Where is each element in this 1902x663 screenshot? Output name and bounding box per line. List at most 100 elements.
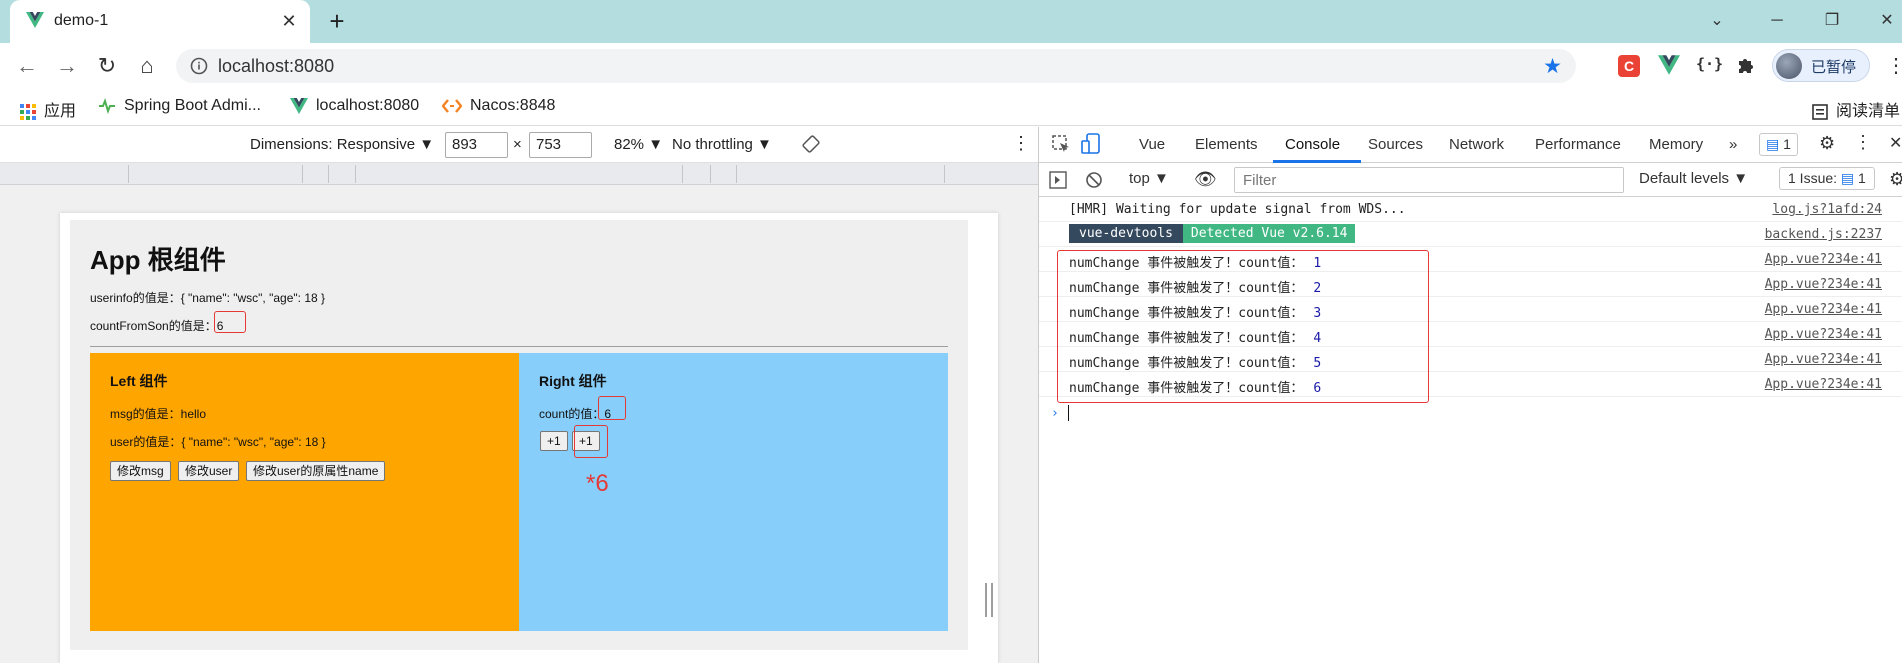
- bookmark-label: Nacos:8848: [470, 97, 556, 114]
- window-close-button[interactable]: ✕: [1872, 8, 1902, 34]
- extensions-puzzle-icon[interactable]: [1736, 55, 1758, 77]
- context-selector[interactable]: top ▼: [1129, 170, 1169, 187]
- console-settings-gear-icon[interactable]: ⚙: [1889, 169, 1902, 190]
- log-levels-dropdown[interactable]: Default levels ▼: [1639, 170, 1748, 187]
- userinfo-value: { "name": "wsc", "age": 18 }: [180, 291, 326, 305]
- devtools-more-icon[interactable]: ⋮: [1854, 132, 1872, 153]
- user-label: user的值是：: [110, 435, 182, 449]
- tab-memory[interactable]: Memory: [1649, 136, 1703, 153]
- dimensions-dropdown[interactable]: Dimensions: Responsive ▼: [250, 136, 434, 153]
- bookmark-apps[interactable]: 应用: [20, 97, 76, 121]
- bookmark-label: 阅读清单: [1836, 103, 1901, 120]
- console-source-link[interactable]: backend.js:2237: [1765, 227, 1882, 242]
- msg-label: msg的值是：: [110, 407, 181, 421]
- issues-button[interactable]: 1 Issue: ▤ 1: [1779, 167, 1875, 190]
- device-toolbar: Dimensions: Responsive ▼ 893 × 753 82% ▼…: [0, 127, 1038, 163]
- console-source-link[interactable]: App.vue?234e:41: [1765, 327, 1882, 342]
- tab-network[interactable]: Network: [1449, 136, 1504, 153]
- browser-menu-icon[interactable]: ⋮: [1886, 53, 1902, 78]
- throttling-dropdown[interactable]: No throttling ▼: [672, 136, 772, 153]
- close-devtools-icon[interactable]: ✕: [1889, 133, 1902, 153]
- rotate-icon[interactable]: [802, 135, 820, 153]
- viewport-width-input[interactable]: 893: [445, 132, 508, 158]
- forward-button[interactable]: →: [52, 51, 82, 81]
- maximize-button[interactable]: ❐: [1817, 8, 1847, 34]
- minimize-button[interactable]: ─: [1762, 8, 1792, 34]
- tab-sources[interactable]: Sources: [1368, 136, 1423, 153]
- bookmark-localhost[interactable]: localhost:8080: [290, 97, 419, 115]
- issues-counter-value: 1: [1783, 136, 1791, 152]
- tab-elements[interactable]: Elements: [1195, 136, 1258, 153]
- viewport-resize-handle[interactable]: [985, 583, 993, 617]
- right-component-title: Right 组件: [539, 373, 607, 389]
- home-button[interactable]: ⌂: [132, 51, 162, 81]
- zoom-dropdown[interactable]: 82% ▼: [614, 136, 663, 153]
- right-component: [519, 353, 948, 631]
- console-filter-input[interactable]: Filter: [1234, 167, 1624, 193]
- modify-user-name-button[interactable]: 修改user的原属性name: [246, 461, 386, 481]
- json-extension-icon[interactable]: {·}: [1696, 55, 1723, 77]
- console-source-link[interactable]: App.vue?234e:41: [1765, 302, 1882, 317]
- modify-msg-button[interactable]: 修改msg: [110, 461, 171, 481]
- count-from-son-line: countFromSon的值是：6: [90, 317, 223, 334]
- console-message-row: vue-devtools Detected Vue v2.6.14 backend…: [1039, 222, 1902, 247]
- modify-user-button[interactable]: 修改user: [178, 461, 240, 481]
- console-panel: [HMR] Waiting for update signal from WDS…: [1039, 197, 1902, 663]
- tab-title: demo-1: [54, 12, 109, 29]
- console-source-link[interactable]: App.vue?234e:41: [1765, 352, 1882, 367]
- console-source-link[interactable]: App.vue?234e:41: [1765, 377, 1882, 392]
- click-count-annotation: *6: [586, 470, 609, 497]
- bookmark-nacos[interactable]: Nacos:8848: [442, 97, 555, 115]
- browser-tab[interactable]: demo-1 ✕: [10, 0, 310, 43]
- tab-search-icon[interactable]: ⌄: [1702, 8, 1732, 34]
- device-more-icon[interactable]: ⋮: [1012, 133, 1030, 154]
- left-component: [90, 353, 519, 631]
- new-tab-button[interactable]: +: [324, 8, 350, 34]
- issues-count: 1: [1858, 170, 1866, 186]
- count-from-son-label: countFromSon的值是：: [90, 319, 217, 333]
- bookmark-label: Spring Boot Admi...: [124, 97, 261, 114]
- vue-logo-icon: [26, 12, 44, 28]
- more-tabs-icon[interactable]: »: [1729, 136, 1737, 153]
- sidebar-toggle-icon[interactable]: [1049, 171, 1067, 189]
- browser-toolbar: ← → ↻ ⌂ localhost:8080 ★ C {·} 已暂停 ⋮: [0, 43, 1902, 88]
- plus-one-button[interactable]: +1: [540, 431, 568, 451]
- close-tab-icon[interactable]: ✕: [278, 10, 300, 32]
- spring-boot-admin-icon: [98, 97, 116, 114]
- divider: [90, 346, 948, 347]
- settings-gear-icon[interactable]: ⚙: [1819, 133, 1835, 154]
- msg-value: hello: [180, 407, 207, 421]
- tab-console[interactable]: Console: [1285, 136, 1340, 153]
- console-source-link[interactable]: App.vue?234e:41: [1765, 277, 1882, 292]
- console-source-link[interactable]: log.js?1afd:24: [1772, 202, 1882, 217]
- console-input[interactable]: [1068, 405, 1069, 421]
- tab-vue[interactable]: Vue: [1139, 136, 1165, 153]
- console-filter-bar: top ▼ 👁 Filter Default levels ▼ 1 Issue:…: [1039, 163, 1902, 197]
- console-message-row: [HMR] Waiting for update signal from WDS…: [1039, 197, 1902, 222]
- inspect-element-icon[interactable]: [1051, 134, 1071, 154]
- bookmark-star-icon[interactable]: ★: [1543, 54, 1562, 79]
- profile-button[interactable]: 已暂停: [1772, 49, 1870, 82]
- live-expression-eye-icon[interactable]: 👁: [1194, 169, 1217, 190]
- tab-performance[interactable]: Performance: [1535, 136, 1621, 153]
- message-icon: ▤: [1840, 170, 1855, 186]
- viewport-height-input[interactable]: 753: [529, 132, 592, 158]
- vue-logo-icon: [290, 97, 308, 114]
- site-info-icon[interactable]: [190, 57, 208, 75]
- back-button[interactable]: ←: [12, 51, 42, 81]
- times-sign: ×: [513, 136, 522, 153]
- bookmark-spring-boot-admin[interactable]: Spring Boot Admi...: [98, 97, 261, 115]
- profile-status: 已暂停: [1811, 59, 1857, 76]
- vue-devtools-extension-icon[interactable]: [1658, 55, 1680, 77]
- issues-counter[interactable]: ▤ 1: [1759, 133, 1798, 156]
- address-bar[interactable]: localhost:8080 ★: [176, 49, 1576, 83]
- console-source-link[interactable]: App.vue?234e:41: [1765, 252, 1882, 267]
- vue-devtools-badge: vue-devtools Detected Vue v2.6.14: [1069, 224, 1356, 243]
- device-toggle-icon[interactable]: [1081, 133, 1101, 155]
- bookmarks-bar: 应用 Spring Boot Admi... localhost:8080 Na…: [0, 88, 1902, 126]
- bookmark-label: localhost:8080: [316, 97, 420, 114]
- clear-console-icon[interactable]: [1085, 171, 1103, 189]
- reload-button[interactable]: ↻: [92, 51, 122, 81]
- extension-c-icon[interactable]: C: [1618, 55, 1640, 77]
- bookmark-reading-list[interactable]: 阅读清单: [1812, 97, 1900, 121]
